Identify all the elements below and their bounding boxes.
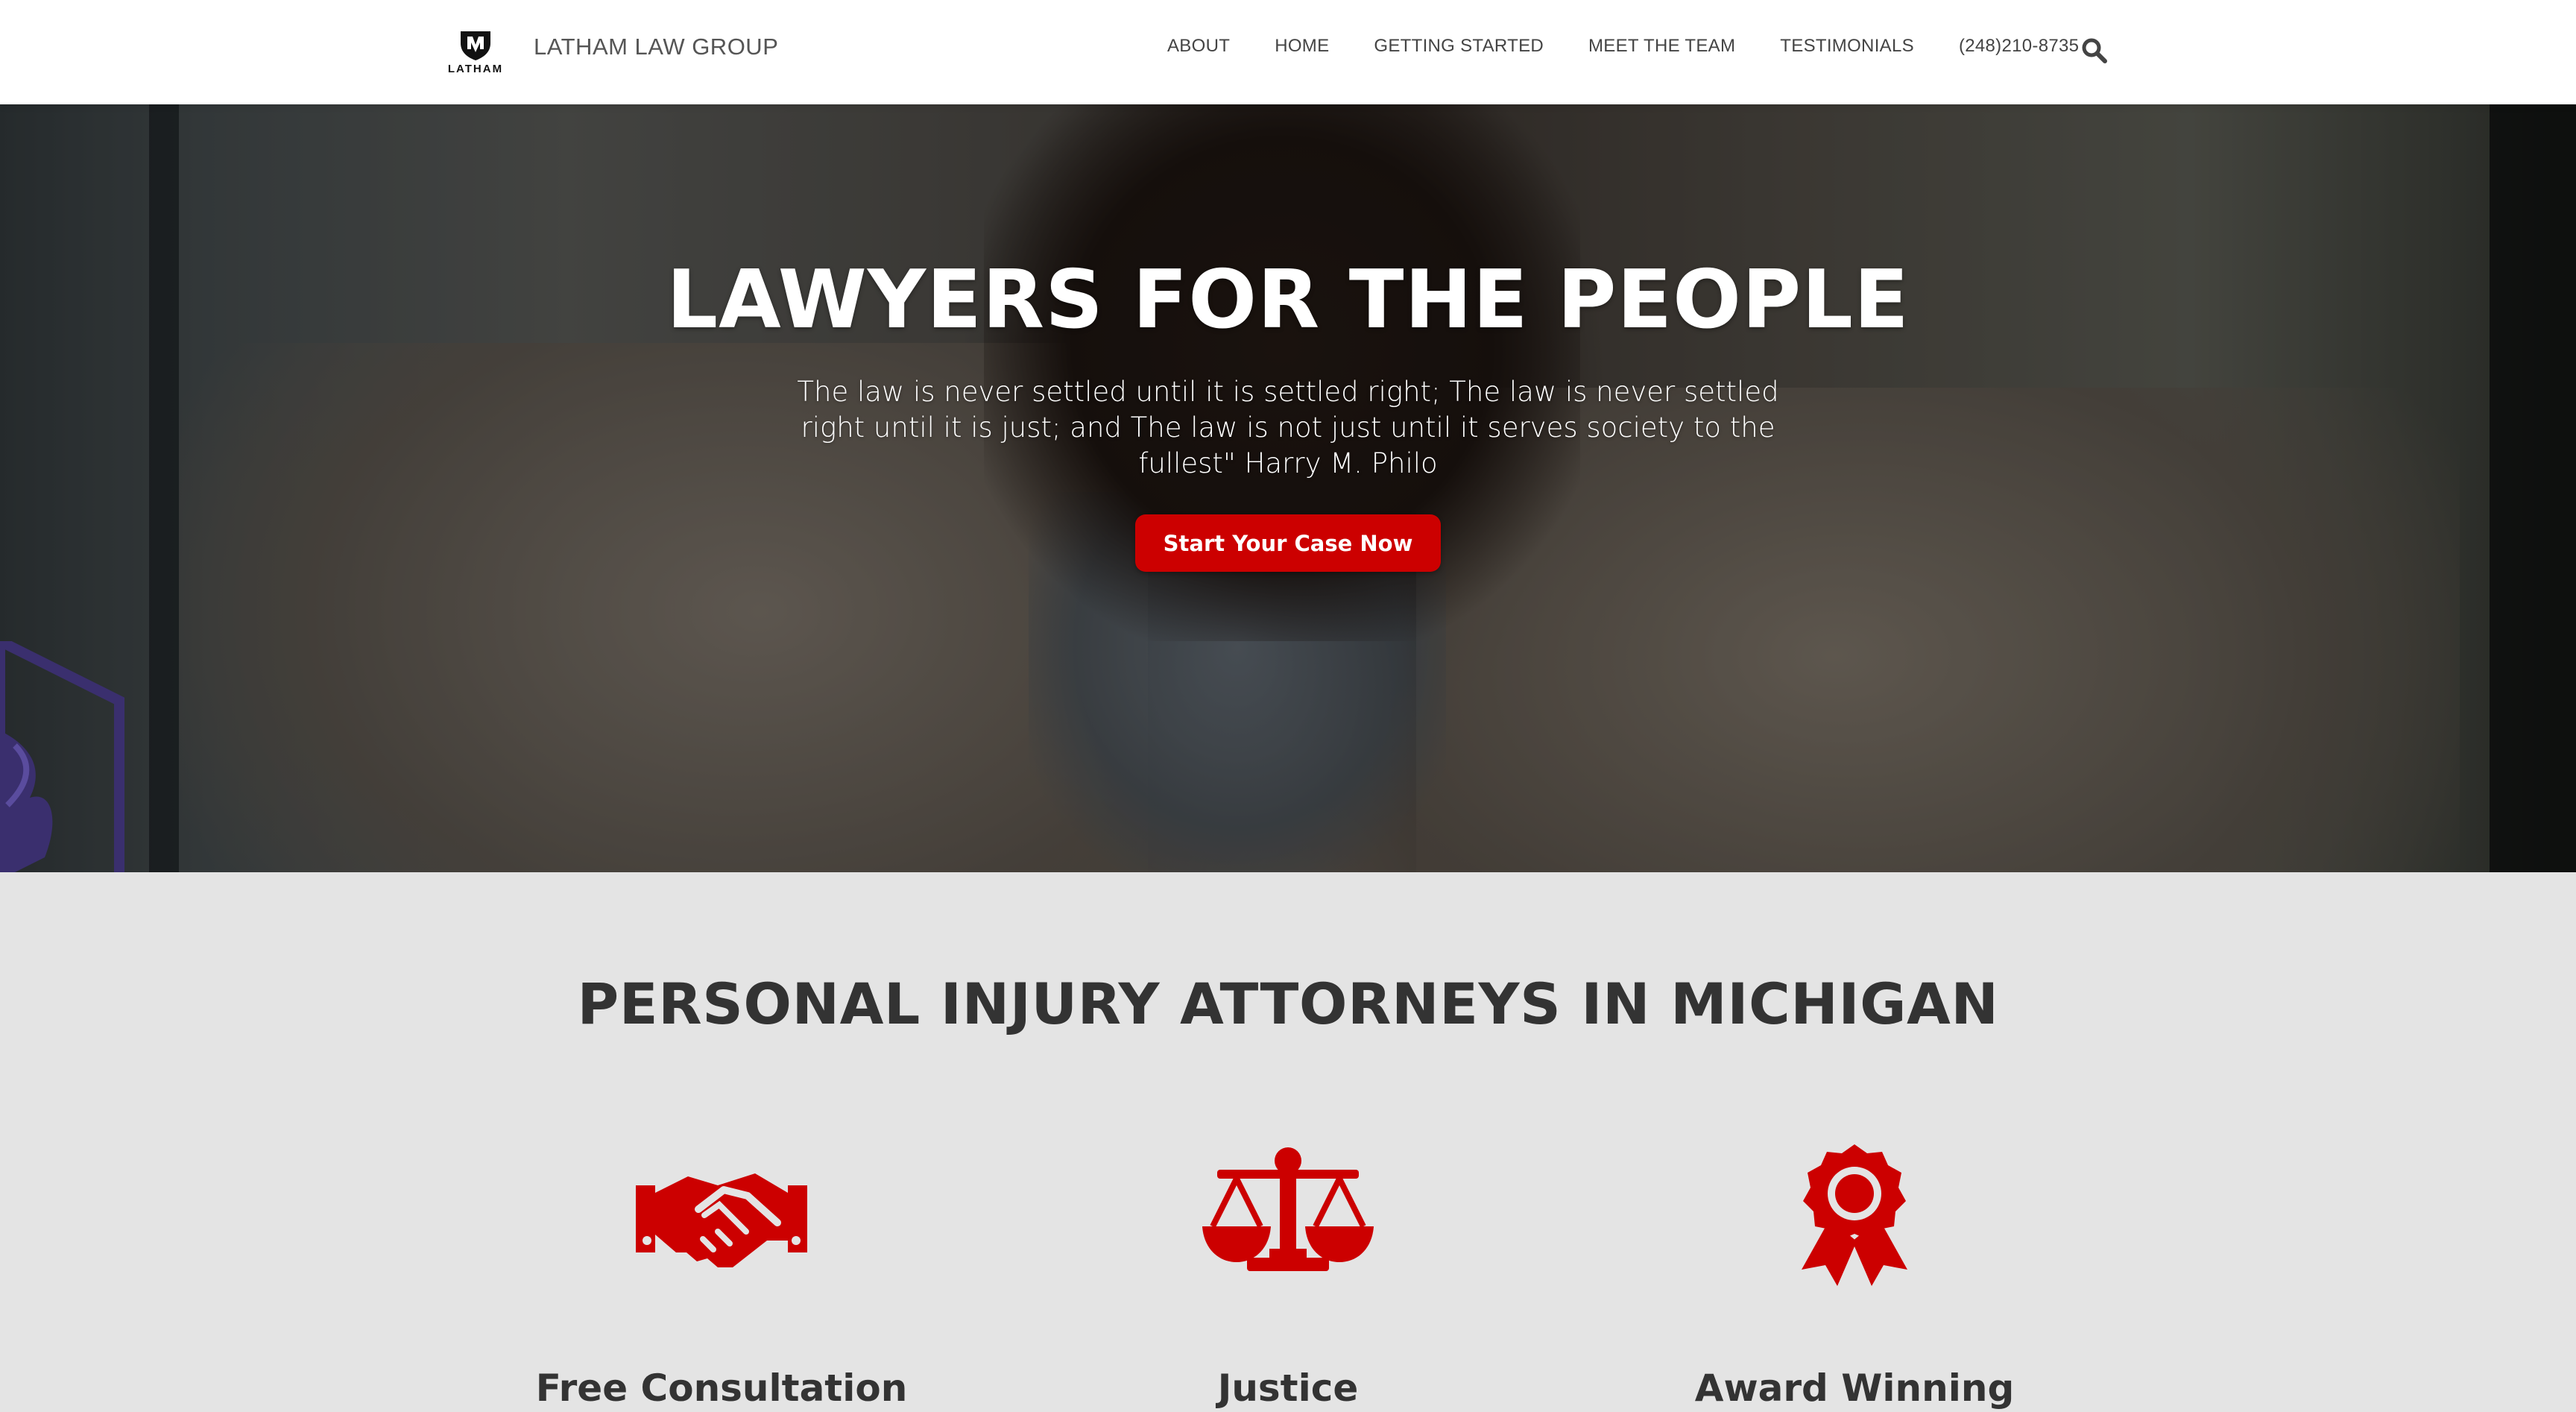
hero-quote: The law is never settled until it is set… bbox=[797, 376, 1779, 479]
hero-overlay bbox=[0, 104, 2576, 872]
nav-about[interactable]: ABOUT bbox=[1167, 36, 1230, 57]
shield-logo-icon bbox=[461, 31, 490, 60]
search-icon bbox=[2082, 38, 2107, 63]
hero-title: LAWYERS FOR THE PEOPLE bbox=[666, 253, 1910, 347]
nav-meet-the-team[interactable]: MEET THE TEAM bbox=[1588, 36, 1735, 57]
feature-justice: Justice bbox=[1005, 1133, 1571, 1412]
handshake-icon bbox=[636, 1173, 807, 1267]
feature-title: Justice bbox=[1217, 1367, 1359, 1410]
feature-title: Award Winning bbox=[1694, 1367, 2015, 1410]
award-ribbon-icon bbox=[1802, 1144, 1907, 1286]
nav-phone[interactable]: (248)210-8735 bbox=[1959, 36, 2079, 57]
nav-testimonials[interactable]: TESTIMONIALS bbox=[1780, 36, 1914, 57]
feature-free-consultation: Free Consultation bbox=[438, 1133, 1005, 1412]
hero-banner: LAWYERS FOR THE PEOPLE The law is never … bbox=[0, 104, 2576, 872]
nav-home[interactable]: HOME bbox=[1275, 36, 1329, 57]
site-header: LATHAM LATHAM LAW GROUP ABOUT HOME GETTI… bbox=[0, 0, 2576, 104]
nav-getting-started[interactable]: GETTING STARTED bbox=[1374, 36, 1544, 57]
scales-icon bbox=[1202, 1147, 1374, 1271]
main-nav: ABOUT HOME GETTING STARTED MEET THE TEAM… bbox=[1167, 36, 2124, 57]
brand-logo-text: LATHAM bbox=[447, 62, 504, 75]
start-case-button[interactable]: Start Your Case Now bbox=[1135, 514, 1441, 572]
brand-logo[interactable]: LATHAM bbox=[440, 24, 511, 81]
decorative-shield-icon bbox=[0, 641, 124, 872]
search-button[interactable] bbox=[2081, 37, 2111, 67]
brand[interactable]: LATHAM LATHAM LAW GROUP bbox=[440, 22, 778, 82]
section-title: PERSONAL INJURY ATTORNEYS IN MICHIGAN bbox=[577, 971, 1999, 1037]
feature-title: Free Consultation bbox=[535, 1367, 908, 1410]
feature-award-winning: Award Winning bbox=[1571, 1133, 2138, 1412]
brand-name[interactable]: LATHAM LAW GROUP bbox=[534, 34, 778, 60]
